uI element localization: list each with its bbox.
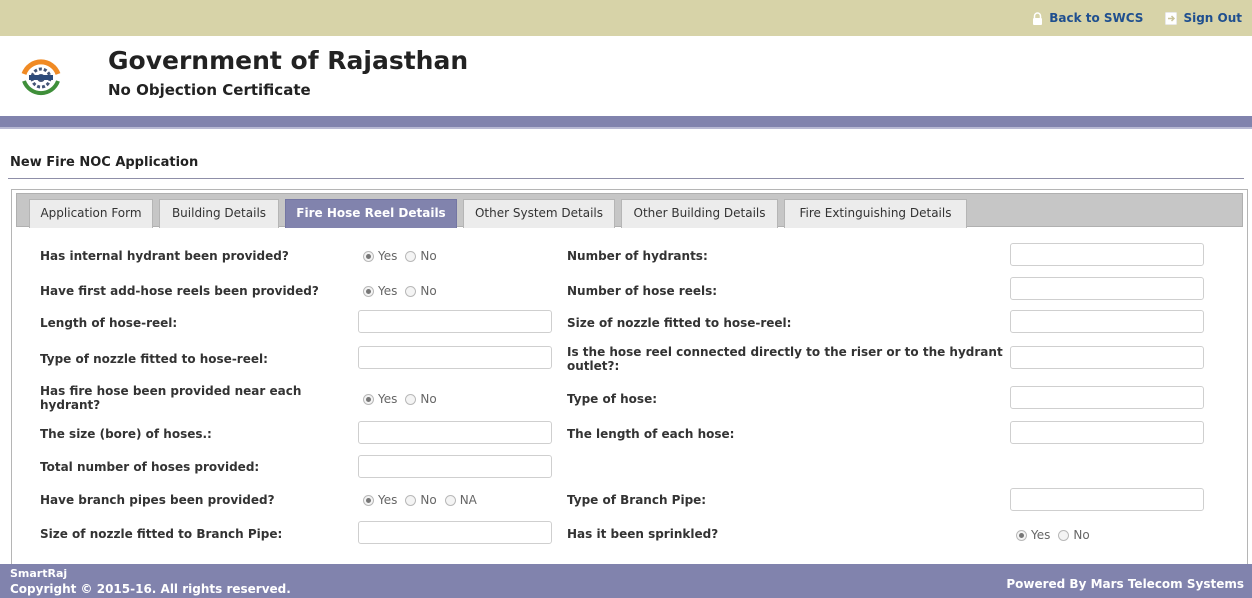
sprinkled-radio-group: Yes No [1016, 528, 1090, 542]
exit-icon [1165, 11, 1178, 25]
hose-reel-connection-input[interactable] [1010, 346, 1204, 369]
sprinkled-no-radio[interactable] [1058, 529, 1070, 541]
hose-length-input[interactable] [1010, 421, 1204, 444]
nozzle-size-branch-pipe-input[interactable] [358, 521, 552, 544]
fire-hose-near-hydrant-yes-radio[interactable] [363, 393, 374, 405]
sign-out-label: Sign Out [1183, 11, 1242, 25]
hydrant-count-input[interactable] [1010, 243, 1204, 266]
fire-hose-near-hydrant-no-radio[interactable] [405, 393, 417, 405]
application-panel: Application Form Building Details Fire H… [11, 189, 1248, 564]
internal-hydrant-yes-label: Yes [378, 249, 398, 263]
internal-hydrant-yes-radio[interactable] [363, 250, 374, 262]
total-hoses-label: Total number of hoses provided: [40, 460, 260, 474]
hose-reel-length-input[interactable] [358, 310, 552, 333]
internal-hydrant-label: Has internal hydrant been provided? [40, 249, 289, 263]
back-to-swcs-link[interactable]: Back to SWCS [1032, 11, 1143, 25]
branch-pipes-no-radio[interactable] [405, 494, 417, 506]
hydrant-count-label: Number of hydrants: [567, 249, 708, 263]
branch-pipes-no-label: No [420, 493, 437, 507]
government-logo [20, 56, 62, 98]
nozzle-size-hose-reel-label: Size of nozzle fitted to hose-reel: [567, 316, 792, 330]
header-band-line [0, 127, 1252, 129]
nozzle-size-hose-reel-input[interactable] [1010, 310, 1204, 333]
sprinkled-label: Has it been sprinkled? [567, 527, 719, 541]
footer-brand: SmartRaj [10, 567, 68, 580]
hose-reel-connection-label: Is the hose reel connected directly to t… [567, 345, 1003, 373]
branch-pipe-type-input[interactable] [1010, 488, 1204, 511]
footer: SmartRaj Copyright © 2015-16. All rights… [0, 564, 1252, 598]
tab-building-details[interactable]: Building Details [159, 199, 279, 228]
nozzle-type-hose-reel-label: Type of nozzle fitted to hose-reel: [40, 352, 268, 366]
branch-pipes-na-radio[interactable] [444, 494, 456, 506]
top-links: Back to SWCS Sign Out [1032, 11, 1242, 25]
fire-hose-near-hydrant-no-label: No [420, 392, 437, 406]
branch-pipes-yes-radio[interactable] [363, 494, 374, 506]
tab-fire-hose-reel-details[interactable]: Fire Hose Reel Details [285, 199, 457, 228]
first-aid-hose-reels-yes-label: Yes [378, 284, 398, 298]
fire-hose-near-hydrant-radio-group: Yes No [363, 392, 437, 406]
first-aid-hose-reels-yes-radio[interactable] [363, 285, 374, 297]
hose-type-input[interactable] [1010, 386, 1204, 409]
hose-type-label: Type of hose: [567, 392, 657, 406]
internal-hydrant-no-label: No [420, 249, 437, 263]
hose-reel-count-label: Number of hose reels: [567, 284, 718, 298]
tab-other-building-details[interactable]: Other Building Details [621, 199, 778, 228]
tab-application-form[interactable]: Application Form [29, 199, 153, 228]
sprinkled-no-label: No [1073, 528, 1090, 542]
fire-hose-near-hydrant-yes-label: Yes [378, 392, 398, 406]
internal-hydrant-no-radio[interactable] [405, 250, 417, 262]
branch-pipes-radio-group: Yes No NA [363, 493, 477, 507]
footer-copyright: Copyright © 2015-16. All rights reserved… [10, 582, 291, 596]
tab-fire-extinguishing-details[interactable]: Fire Extinguishing Details [784, 199, 967, 228]
fire-hose-near-hydrant-label: Has fire hose been provided near each hy… [40, 384, 302, 412]
hose-length-label: The length of each hose: [567, 427, 735, 441]
lock-icon [1033, 11, 1043, 25]
sprinkled-yes-label: Yes [1031, 528, 1051, 542]
certificate-subtitle: No Objection Certificate [108, 81, 311, 99]
header-band [0, 116, 1252, 127]
first-aid-hose-reels-no-radio[interactable] [405, 285, 417, 297]
internal-hydrant-radio-group: Yes No [363, 249, 437, 263]
first-aid-hose-reels-no-label: No [420, 284, 437, 298]
sprinkled-yes-radio[interactable] [1016, 529, 1027, 541]
branch-pipes-yes-label: Yes [378, 493, 398, 507]
footer-powered-by: Powered By Mars Telecom Systems [1006, 577, 1244, 591]
branch-pipes-na-label: NA [459, 493, 477, 507]
hose-bore-size-label: The size (bore) of hoses.: [40, 427, 212, 441]
branch-pipe-type-label: Type of Branch Pipe: [567, 493, 707, 507]
back-to-swcs-label: Back to SWCS [1049, 11, 1144, 25]
sign-out-link[interactable]: Sign Out [1165, 11, 1242, 25]
hose-bore-size-input[interactable] [358, 421, 552, 444]
government-title: Government of Rajasthan [108, 46, 469, 75]
hose-reel-count-input[interactable] [1010, 277, 1204, 300]
tab-other-system-details[interactable]: Other System Details [463, 199, 615, 228]
branch-pipes-label: Have branch pipes been provided? [40, 493, 275, 507]
header: Government of Rajasthan No Objection Cer… [0, 36, 1252, 116]
title-divider [8, 178, 1244, 179]
page-title: New Fire NOC Application [10, 155, 199, 170]
total-hoses-input[interactable] [358, 455, 552, 478]
first-aid-hose-reels-radio-group: Yes No [363, 284, 437, 298]
nozzle-size-branch-pipe-label: Size of nozzle fitted to Branch Pipe: [40, 527, 283, 541]
nozzle-type-hose-reel-input[interactable] [358, 346, 552, 369]
first-aid-hose-reels-label: Have first add-hose reels been provided? [40, 284, 319, 298]
hose-reel-length-label: Length of hose-reel: [40, 316, 178, 330]
top-bar: Back to SWCS Sign Out [0, 0, 1252, 36]
tab-bar: Application Form Building Details Fire H… [16, 193, 1243, 228]
